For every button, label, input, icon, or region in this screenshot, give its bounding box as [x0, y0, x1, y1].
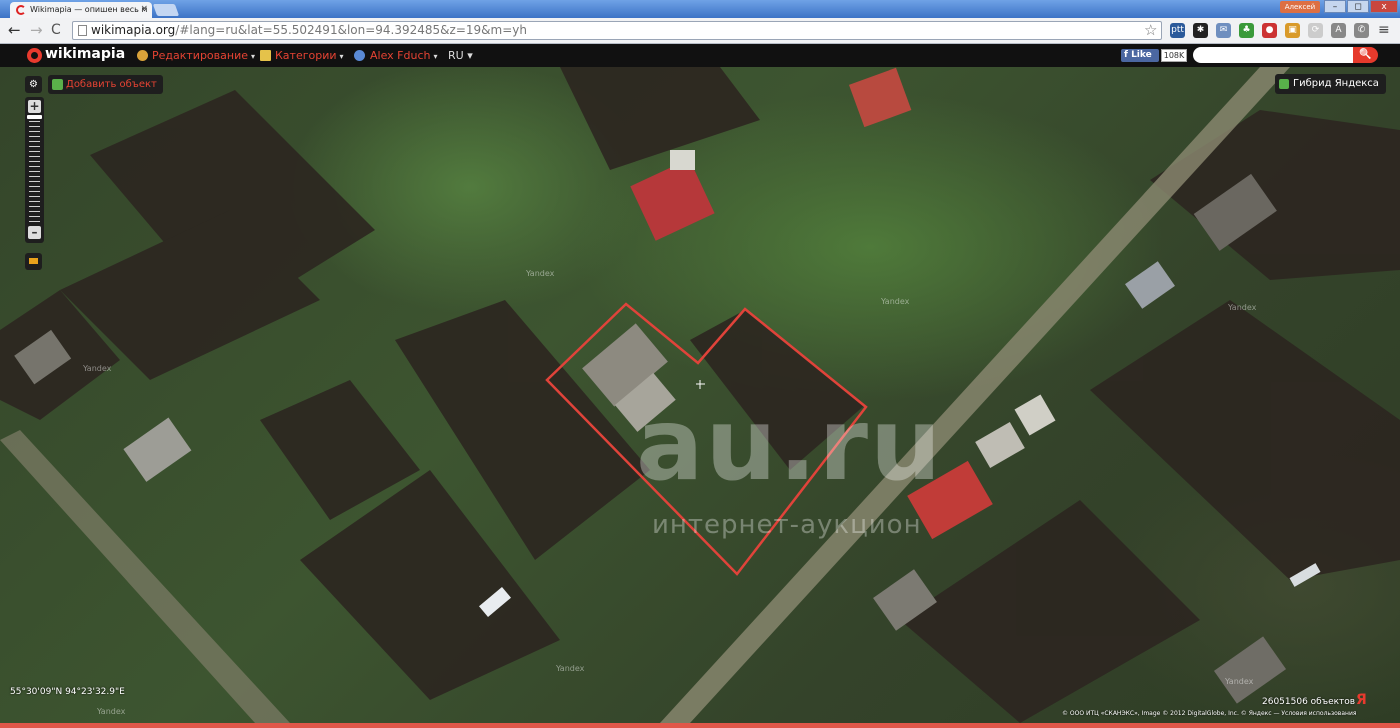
categories-icon — [260, 50, 271, 61]
light-roof — [1125, 261, 1175, 309]
evernote-extension-icon[interactable]: ♣ — [1239, 23, 1254, 38]
field-plot — [900, 500, 1200, 723]
language-selector[interactable]: RU ▾ — [448, 49, 473, 62]
translate-extension-icon[interactable]: A — [1331, 23, 1346, 38]
map-layer-icon — [1279, 79, 1289, 89]
light-roof — [123, 417, 192, 482]
yandex-watermark: Yandex — [556, 664, 585, 673]
yandex-watermark: Yandex — [1225, 677, 1254, 686]
browser-title-bar: Wikimapia — опишен весь м × Алексей – ◻ … — [0, 0, 1400, 18]
map-type-button[interactable]: Гибрид Яндекса — [1275, 74, 1386, 94]
light-roof — [1014, 394, 1056, 436]
facebook-f-icon: f — [1124, 50, 1132, 60]
yandex-watermark: Yandex — [83, 364, 112, 373]
field-plot — [1090, 300, 1400, 580]
tab-title: Wikimapia — опишен весь м — [30, 5, 148, 14]
zoom-in-button[interactable]: + — [28, 100, 41, 113]
map-type-label: Гибрид Яндекса — [1293, 78, 1379, 89]
user-icon — [354, 50, 365, 61]
yandex-watermark: Yandex — [526, 269, 555, 278]
menu-user-label: Alex Fduch — [370, 49, 431, 62]
page-icon — [78, 25, 87, 36]
chrome-menu-icon[interactable]: ≡ — [1378, 23, 1390, 38]
phone-extension-icon[interactable]: ✆ — [1354, 23, 1369, 38]
ruler-button[interactable] — [25, 253, 42, 270]
field-plot — [560, 67, 760, 170]
add-object-label: Добавить объект — [66, 79, 157, 90]
light-roof — [670, 150, 695, 170]
add-object-button[interactable]: Добавить объект — [48, 75, 163, 94]
address-bar[interactable]: wikimapia.org/#lang=ru&lat=55.502491&lon… — [72, 21, 1162, 40]
menu-edit-label: Редактирование — [152, 49, 248, 62]
wikimapia-logo-icon[interactable] — [27, 48, 42, 63]
like-label: Like — [1131, 50, 1152, 60]
wikimapia-favicon-icon — [16, 5, 26, 15]
facebook-like-button[interactable]: f Like — [1121, 49, 1159, 62]
back-button[interactable]: ← — [8, 21, 21, 39]
field-plot — [1150, 110, 1400, 280]
menu-categories-label: Категории — [275, 49, 337, 62]
gear-icon: ⚙ — [29, 79, 38, 90]
zoom-slider-handle[interactable] — [27, 115, 42, 119]
yandex-logo: Я — [1356, 692, 1367, 708]
chevron-down-icon: ▾ — [251, 52, 256, 61]
pttl-extension-icon[interactable]: ptt — [1170, 23, 1185, 38]
search-input[interactable] — [1193, 47, 1353, 63]
maximize-button[interactable]: ◻ — [1347, 0, 1369, 13]
like-count: 108K — [1161, 49, 1187, 62]
edit-globe-icon — [137, 50, 148, 61]
yandex-watermark: Yandex — [881, 297, 910, 306]
refresh-extension-icon[interactable]: ⟳ — [1308, 23, 1323, 38]
menu-categories[interactable]: Категории ▾ — [275, 49, 344, 62]
menu-user[interactable]: Alex Fduch ▾ — [370, 49, 437, 62]
mail-extension-icon[interactable]: ✉ — [1216, 23, 1231, 38]
zoom-control: + – — [25, 97, 44, 243]
yandex-watermark: Yandex — [1228, 303, 1257, 312]
forward-button[interactable]: → — [30, 21, 43, 39]
browser-tab[interactable]: Wikimapia — опишен весь м × — [10, 2, 152, 18]
objects-count: 26051506 объектов — [1262, 697, 1356, 707]
au-ru-watermark-subtitle: интернет-аукцион — [652, 510, 922, 540]
cursor-coordinates: 55°30'09"N 94°23'32.9"E — [10, 687, 125, 697]
add-object-icon — [52, 79, 63, 90]
gear-extension-icon[interactable]: ✱ — [1193, 23, 1208, 38]
light-roof — [975, 422, 1025, 468]
map-settings-button[interactable]: ⚙ — [25, 76, 42, 93]
bookmark-star-icon[interactable]: ☆ — [1144, 21, 1157, 39]
close-window-button[interactable]: x — [1370, 0, 1398, 13]
map-copyright: © ООО ИТЦ «СКАНЭКС», Image © 2012 Digita… — [1062, 710, 1357, 717]
red-roof-house — [630, 158, 715, 241]
wikimapia-topbar: wikimapia Редактирование ▾ Категории ▾ Ale… — [0, 44, 1400, 67]
url-host: wikimapia.org — [91, 23, 176, 37]
au-ru-watermark: au.ru — [636, 386, 944, 503]
chevron-down-icon: ▾ — [339, 52, 344, 61]
bottom-border — [0, 723, 1400, 728]
photo-extension-icon[interactable]: ▣ — [1285, 23, 1300, 38]
house-roof — [1213, 636, 1287, 704]
zoom-out-button[interactable]: – — [28, 226, 41, 239]
tab-close-icon[interactable]: × — [140, 2, 148, 17]
minimize-button[interactable]: – — [1324, 0, 1346, 13]
search-icon: 🔍 — [1359, 49, 1372, 60]
zoom-slider-track[interactable] — [29, 116, 40, 222]
url-path: /#lang=ru&lat=55.502491&lon=94.392485&z=… — [175, 23, 527, 37]
adblock-extension-icon[interactable]: ● — [1262, 23, 1277, 38]
search-button[interactable]: 🔍 — [1353, 47, 1378, 63]
browser-toolbar: ← → C wikimapia.org/#lang=ru&lat=55.5024… — [0, 18, 1400, 44]
red-roof-house — [848, 67, 912, 128]
profile-badge[interactable]: Алексей — [1280, 1, 1320, 13]
reload-button[interactable]: C — [51, 21, 61, 39]
yandex-watermark: Yandex — [97, 707, 126, 716]
menu-edit[interactable]: Редактирование ▾ — [152, 49, 255, 62]
chevron-down-icon: ▾ — [433, 52, 438, 61]
new-tab-button[interactable] — [152, 4, 180, 16]
wikimapia-logo[interactable]: wikimapia — [45, 46, 125, 62]
